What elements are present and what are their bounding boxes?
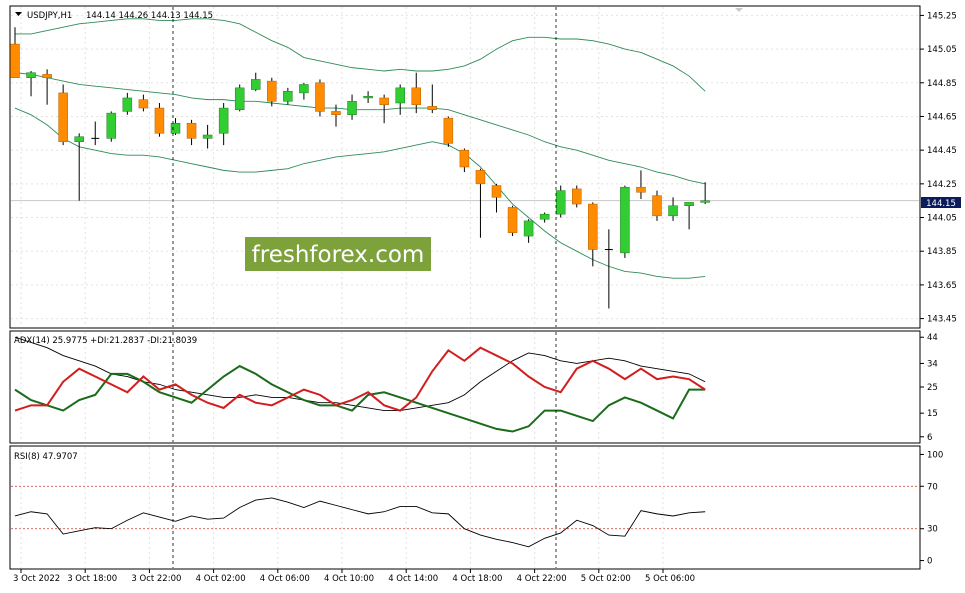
symbol-title: USDJPY,H1 — [27, 11, 72, 21]
time-tick-label: 3 Oct 2022 — [13, 574, 60, 584]
candle-body-bull — [251, 79, 261, 90]
candle-body-bear — [315, 82, 325, 112]
candle — [106, 111, 117, 142]
ohlc-readout: 144.14 144.26 144.13 144.15 — [86, 11, 213, 21]
rsi-panel: 100 70 30 0 RSI(8) 47.9707 — [9, 445, 943, 570]
candle-body-bull — [170, 122, 181, 134]
time-axis: 3 Oct 2022 3 Oct 18:00 3 Oct 22:00 4 Oct 02… — [13, 569, 695, 584]
candle-body-bull — [299, 84, 309, 94]
candle-body-bull — [283, 90, 293, 102]
candle — [572, 185, 582, 208]
adx-panel: 44 34 25 15 6 ADX(14) 25.9775 +DI:21.2837 -D… — [9, 330, 938, 444]
candle-body-bull — [395, 87, 405, 104]
price-tick-label: 143.45 — [927, 315, 957, 325]
rsi-tick-label: 30 — [927, 525, 938, 535]
candle-body-bear — [636, 186, 646, 193]
price-panel: 145.25 145.05 144.85 144.65 144.45 144.25 144.… — [9, 5, 961, 329]
rsi-title: RSI(8) 47.9707 — [14, 452, 78, 462]
candle-body-bull — [555, 190, 566, 215]
candle-body-bear — [411, 87, 421, 105]
time-tick-label: 4 Oct 02:00 — [196, 574, 246, 584]
candle-body-bear — [652, 195, 662, 217]
chart-canvas: 145.25 145.05 144.85 144.65 144.45 144.25 144.… — [9, 5, 961, 584]
time-tick-label: 3 Oct 18:00 — [67, 574, 117, 584]
price-tick-label: 143.65 — [927, 281, 957, 291]
adx-panel-frame — [9, 330, 921, 444]
rsi-panel-frame — [9, 445, 921, 570]
price-tick-label: 144.65 — [927, 112, 957, 122]
candle-body-bull — [363, 96, 373, 99]
candle-body-bull — [202, 134, 213, 139]
price-tick-label: 144.25 — [927, 180, 957, 190]
time-tick-label: 4 Oct 18:00 — [452, 574, 502, 584]
price-tick-label: 144.05 — [927, 214, 957, 224]
candle-body-bear — [459, 149, 470, 168]
price-tick-label: 145.25 — [927, 11, 957, 21]
rsi-tick-label: 100 — [927, 450, 943, 460]
candle-body-bull — [122, 97, 133, 112]
candle-body-bull — [74, 136, 84, 142]
candle — [443, 116, 454, 147]
candle-body-bear — [427, 106, 438, 110]
adx-tick-label: 6 — [927, 433, 932, 443]
time-tick-label: 4 Oct 14:00 — [388, 574, 438, 584]
adx-tick-label: 15 — [927, 409, 938, 419]
candle-body-bear — [379, 97, 389, 105]
candle-body-bear — [267, 80, 277, 102]
candle-body-bear — [154, 107, 165, 134]
adx-axis: 44 34 25 15 6 — [920, 333, 938, 443]
candle-body-bull — [26, 72, 36, 78]
candle-body-bear — [58, 92, 68, 142]
rsi-tick-label: 0 — [927, 557, 932, 567]
candle — [507, 205, 518, 237]
candle-body-bear — [588, 203, 598, 250]
candle — [620, 185, 630, 258]
candle-body-bear — [186, 122, 197, 139]
candle-body-bull — [106, 112, 117, 139]
candle-body-bull — [684, 202, 694, 206]
candle-body-bear — [443, 117, 454, 144]
price-axis: 145.25 145.05 144.85 144.65 144.45 144.25 144.… — [920, 11, 957, 325]
candle-body-bear — [10, 43, 20, 78]
candle-body-bull — [523, 220, 534, 237]
candle-body-bull — [218, 107, 229, 134]
adx-tick-label: 44 — [927, 333, 938, 343]
candle — [154, 103, 165, 137]
candle-body-bull — [700, 200, 710, 203]
candle-body-bear — [331, 111, 341, 116]
time-tick-label: 5 Oct 06:00 — [645, 574, 695, 584]
rsi-axis: 100 70 30 0 — [920, 450, 943, 567]
price-tick-label: 144.85 — [927, 79, 957, 89]
watermark-logo: freshforex.com — [252, 242, 425, 268]
candle-body-bear — [42, 74, 52, 78]
candle-body-bear — [491, 185, 502, 198]
adx-tick-label: 25 — [927, 383, 938, 393]
candle-body-bear — [138, 99, 149, 109]
candle-body-bull — [668, 205, 678, 217]
time-tick-label: 4 Oct 10:00 — [324, 574, 374, 584]
price-tick-label: 143.85 — [927, 247, 957, 257]
time-tick-label: 4 Oct 06:00 — [260, 574, 310, 584]
candle-body-bull — [347, 101, 357, 116]
candle-body-bear — [572, 188, 582, 205]
candle-body-bear — [475, 170, 486, 185]
time-tick-label: 3 Oct 22:00 — [131, 574, 181, 584]
time-tick-label: 5 Oct 02:00 — [581, 574, 631, 584]
price-tick-label: 145.05 — [927, 45, 957, 55]
candle — [58, 84, 68, 146]
price-tick-label: 144.45 — [927, 146, 957, 156]
candle-body-bull — [234, 87, 245, 110]
current-price-label: 144.15 — [926, 199, 956, 209]
rsi-tick-label: 70 — [927, 482, 938, 492]
adx-tick-label: 34 — [927, 359, 938, 369]
time-tick-label: 4 Oct 22:00 — [517, 574, 567, 584]
adx-title: ADX(14) 25.9775 +DI:21.2837 -DI:21.8039 — [14, 336, 197, 346]
candle-body-bear — [507, 207, 518, 233]
candle — [234, 84, 245, 112]
candle-body-bull — [539, 213, 550, 220]
candle-body-bull — [620, 186, 630, 254]
candle — [315, 79, 325, 117]
